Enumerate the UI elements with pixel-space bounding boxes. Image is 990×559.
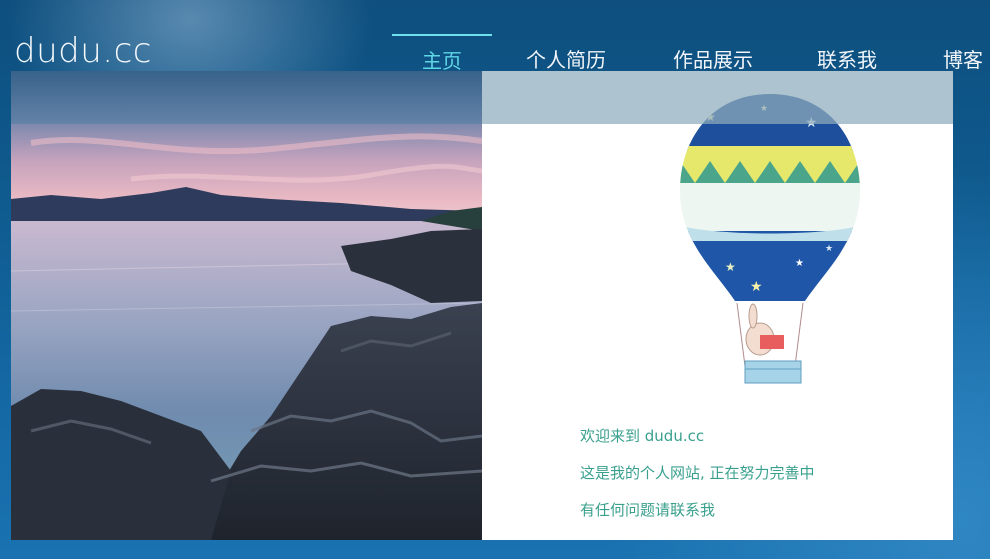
nav-item-contact[interactable]: 联系我 [809, 34, 885, 74]
svg-text:★: ★ [795, 258, 804, 269]
slide-caption-overlay [11, 71, 953, 124]
nav-item-home[interactable]: 主页 [392, 34, 492, 76]
welcome-line-2: 这是我的个人网站, 正在努力完善中 [580, 464, 815, 482]
welcome-line-1: 欢迎来到 dudu.cc [580, 427, 705, 445]
nav-item-resume[interactable]: 个人简历 [518, 34, 614, 74]
welcome-line-3: 有任何问题请联系我 [580, 501, 716, 519]
svg-text:★: ★ [825, 244, 833, 254]
site-logo[interactable]: dudu.cc [14, 31, 152, 71]
svg-text:★: ★ [725, 260, 736, 274]
coastline-photo [11, 71, 483, 540]
welcome-text-block: 欢迎来到 dudu.cc 这是我的个人网站, 正在努力完善中 有任何问题请联系我 [580, 426, 815, 537]
nav-item-blog[interactable]: 博客 [935, 34, 990, 74]
hot-air-balloon-illustration: ★ ★ ★ ★ ★ ★ ★ [680, 94, 860, 384]
svg-text:★: ★ [750, 279, 763, 295]
nav-item-portfolio[interactable]: 作品展示 [665, 34, 761, 74]
